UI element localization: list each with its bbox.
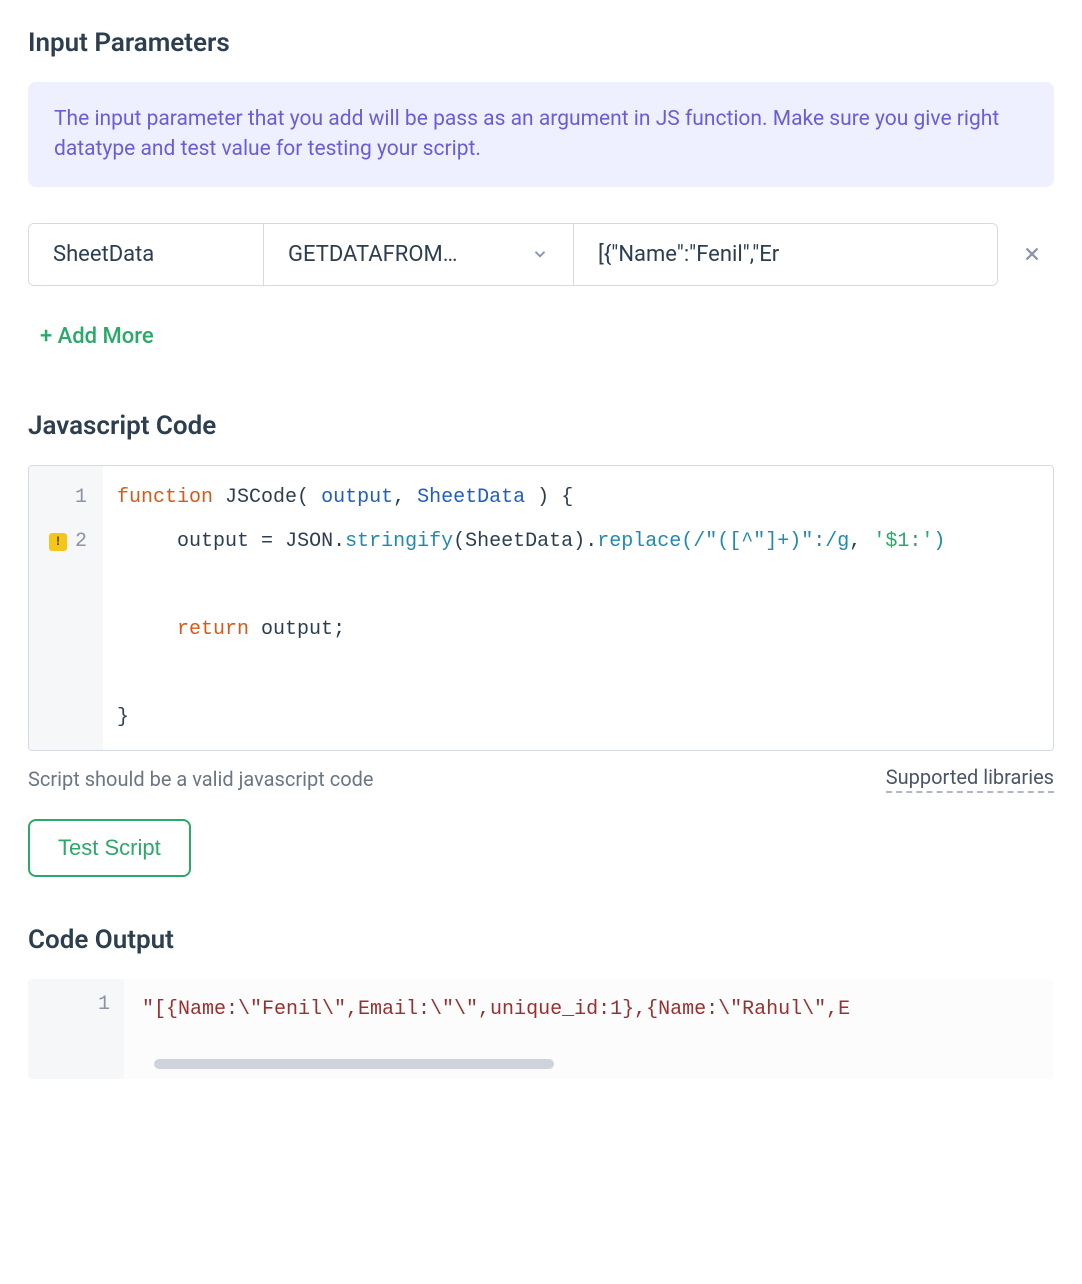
output-scrollbar-thumb[interactable] (154, 1059, 554, 1069)
output-scrollbar[interactable] (138, 1059, 1044, 1069)
param-row: SheetData GETDATAFROM… [{"Name":"Fenil",… (28, 223, 1054, 286)
test-script-button[interactable]: Test Script (28, 819, 191, 877)
supported-libraries-link[interactable]: Supported libraries (886, 765, 1054, 793)
section-javascript-code: Javascript Code 1 2 function JSCode( out… (28, 411, 1054, 925)
info-text: The input parameter that you add will be… (54, 104, 1028, 165)
param-type-select[interactable]: GETDATAFROM… (264, 224, 574, 285)
code-hint-row: Script should be a valid javascript code… (28, 765, 1054, 793)
section-input-parameters: Input Parameters The input parameter tha… (28, 28, 1054, 403)
close-icon (1021, 243, 1043, 265)
section-code-output: Code Output 1 "[{Name:\"Fenil\",Email:\"… (28, 925, 1054, 1079)
output-scrollbar-track (138, 1059, 1044, 1069)
add-more-button[interactable]: + Add More (28, 318, 166, 355)
param-delete-button[interactable] (1010, 243, 1054, 265)
tok-eq: = (261, 530, 273, 553)
param-name-input[interactable]: SheetData (29, 224, 264, 285)
tok-stringify: stringify (345, 530, 453, 553)
code-output-title: Code Output (28, 925, 1054, 955)
code-content[interactable]: function JSCode( output, SheetData ) { o… (103, 466, 1053, 750)
tok-dot2: . (585, 530, 597, 553)
output-gutter: 1 (28, 979, 124, 1079)
tok-paren-open: ( (297, 486, 309, 509)
tok-json: JSON (285, 530, 333, 553)
input-parameters-title: Input Parameters (28, 28, 1054, 58)
tok-param-output: output (321, 486, 393, 509)
code-hint: Script should be a valid javascript code (28, 767, 373, 791)
warning-icon (49, 533, 67, 551)
javascript-code-title: Javascript Code (28, 411, 1054, 441)
tok-paren-close: ) (537, 486, 549, 509)
tok-arg-sheet: SheetData (465, 530, 573, 553)
code-gutter-line-1: 1 (75, 486, 87, 509)
tok-function: function (117, 486, 213, 509)
code-gutter: 1 2 (29, 466, 103, 750)
tok-fn-name: JSCode (225, 486, 297, 509)
tok-call-open: ( (453, 530, 465, 553)
tok-replace: replace (597, 530, 681, 553)
tok-brace-open: { (561, 486, 573, 509)
code-gutter-line-2: 2 (75, 530, 87, 553)
tok-param-sheet: SheetData (417, 486, 525, 509)
param-group: SheetData GETDATAFROM… [{"Name":"Fenil",… (28, 223, 998, 286)
tok-assign-lhs: output (177, 530, 249, 553)
tok-semicolon: ; (333, 618, 345, 641)
tok-call-close: ) (573, 530, 585, 553)
tok-rep-open: ( (681, 530, 693, 553)
tok-comma: , (393, 486, 405, 509)
tok-str: '$1:' (873, 530, 933, 553)
tok-rep-close: ) (933, 530, 945, 553)
tok-regex: /"([^"]+)":/g (693, 530, 849, 553)
param-type-value: GETDATAFROM… (288, 242, 457, 267)
code-editor[interactable]: 1 2 function JSCode( output, SheetData )… (28, 465, 1054, 751)
tok-ret-id: output (261, 618, 333, 641)
tok-return: return (177, 618, 249, 641)
output-viewer: 1 "[{Name:\"Fenil\",Email:\"\",unique_id… (28, 979, 1054, 1079)
tok-brace-close: } (117, 706, 129, 729)
chevron-down-icon (531, 245, 549, 263)
param-value-input[interactable]: [{"Name":"Fenil","Er (574, 224, 997, 285)
tok-rep-comma: , (849, 530, 861, 553)
tok-dot1: . (333, 530, 345, 553)
info-box: The input parameter that you add will be… (28, 82, 1054, 187)
